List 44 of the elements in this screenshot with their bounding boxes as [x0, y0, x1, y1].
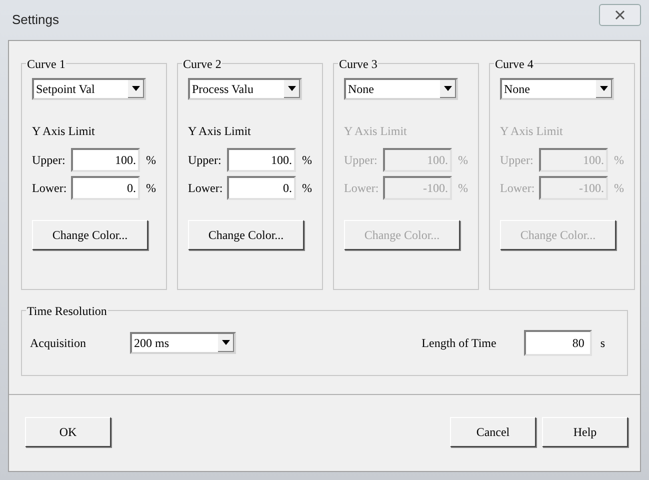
unit-label: % [614, 180, 624, 197]
change-color-button[interactable]: Change Color... [188, 220, 304, 250]
dropdown[interactable]: Process Valu [188, 78, 302, 100]
dropdown[interactable]: 200 ms [130, 332, 236, 354]
dropdown-arrow-icon [444, 86, 452, 91]
unit-label: % [458, 152, 468, 169]
number-field[interactable]: 0. [227, 176, 296, 200]
number-field[interactable]: 100. [71, 148, 140, 172]
unit-label: % [146, 180, 156, 197]
dialog-button[interactable]: Help [542, 417, 628, 447]
axis-limit-label: Y Axis Limit [500, 123, 564, 140]
length-of-time-label: Length of Time [422, 335, 496, 352]
field-label: Lower: [500, 180, 536, 197]
number-field[interactable]: 0. [71, 176, 140, 200]
unit-label: % [458, 180, 468, 197]
unit-label: s [600, 335, 605, 352]
field-label: Upper: [344, 152, 378, 169]
acquisition-label: Acquisition [30, 335, 87, 352]
change-color-button[interactable]: Change Color... [32, 220, 148, 250]
close-icon [615, 10, 625, 20]
unit-label: % [614, 152, 624, 169]
number-field[interactable]: 100. [227, 148, 296, 172]
number-field[interactable]: 80 [524, 330, 592, 356]
unit-label: % [302, 180, 312, 197]
axis-limit-label: Y Axis Limit [344, 123, 408, 140]
dropdown-arrow-icon [600, 86, 608, 91]
unit-label: % [302, 152, 312, 169]
axis-limit-label: Y Axis Limit [32, 123, 96, 140]
field-label: Upper: [500, 152, 534, 169]
dialog-button[interactable]: OK [25, 417, 111, 447]
dropdown[interactable]: Setpoint Val [32, 78, 146, 100]
field-label: Lower: [344, 180, 380, 197]
field-label: Lower: [188, 180, 224, 197]
field-label: Lower: [32, 180, 68, 197]
axis-limit-label: Y Axis Limit [188, 123, 252, 140]
dropdown-arrow-icon [288, 86, 296, 91]
field-label: Upper: [188, 152, 222, 169]
unit-label: % [146, 152, 156, 169]
window-title: Settings [11, 11, 59, 30]
field-label: Upper: [32, 152, 66, 169]
dialog-button[interactable]: Cancel [450, 417, 536, 447]
dropdown-arrow-icon [222, 340, 230, 345]
close-button[interactable] [599, 4, 641, 26]
dropdown-arrow-icon [132, 86, 140, 91]
